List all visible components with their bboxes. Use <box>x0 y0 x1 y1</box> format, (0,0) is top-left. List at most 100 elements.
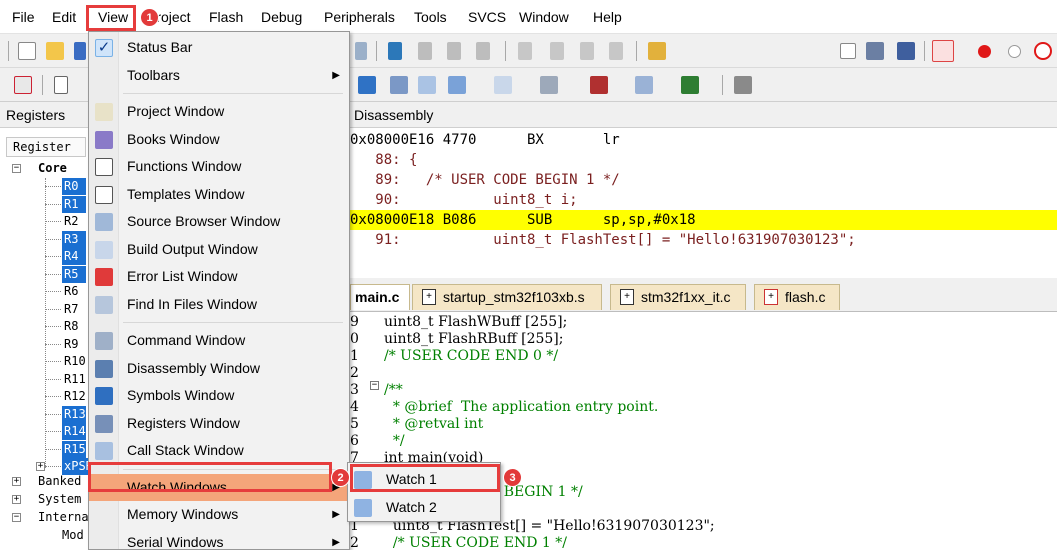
menu-item-watch-2[interactable]: Watch 2 <box>348 494 500 521</box>
tab-stm32f1xx-it-c[interactable]: + stm32f1xx_it.c <box>610 284 746 310</box>
bookmark-prev-icon[interactable] <box>418 42 432 60</box>
register-r4[interactable]: R4 <box>62 248 86 265</box>
banked-expand-icon[interactable]: + <box>12 477 21 486</box>
debug-settings-icon[interactable] <box>897 42 915 60</box>
menu-item-build-output-window[interactable]: Build Output Window <box>89 236 349 263</box>
bookmark-clear-icon[interactable] <box>476 42 490 60</box>
memory-window-icon[interactable] <box>494 76 512 94</box>
disassembly-line[interactable]: 88: { <box>350 150 1057 170</box>
tab-flash-c[interactable]: + flash.c <box>754 284 840 310</box>
menu-item-call-stack-window[interactable]: Call Stack Window <box>89 437 349 464</box>
open-folder-icon[interactable] <box>46 42 64 60</box>
menu-item-templates-window[interactable]: Templates Window <box>89 181 349 208</box>
register-r0[interactable]: R0 <box>62 178 86 195</box>
dropdown-icon[interactable] <box>840 43 856 59</box>
internal-collapse-icon[interactable]: − <box>12 513 21 522</box>
core-collapse-icon[interactable]: − <box>12 164 21 173</box>
register-r3[interactable]: R3 <box>62 230 86 248</box>
watch-window-icon[interactable] <box>448 76 466 94</box>
code-line[interactable]: 3 /** <box>350 382 403 398</box>
register-column-header[interactable]: Register <box>6 137 86 157</box>
code-line[interactable]: 2 /* USER CODE END 1 */ <box>350 535 567 550</box>
indent-icon[interactable] <box>518 42 532 60</box>
code-line[interactable]: 1 /* USER CODE END 0 */ <box>350 348 558 364</box>
incremental-find-icon[interactable] <box>866 42 884 60</box>
register-r8[interactable]: R8 <box>62 318 86 335</box>
symbols-window-icon[interactable] <box>358 76 376 94</box>
menu-item-registers-window[interactable]: Registers Window <box>89 410 349 437</box>
menu-item-project-window[interactable]: Project Window <box>89 98 349 125</box>
menu-item-toolbars[interactable]: Toolbars ▶ <box>89 62 349 89</box>
run-icon[interactable] <box>54 76 68 94</box>
menu-item-command-window[interactable]: Command Window <box>89 327 349 354</box>
menu-item-error-list-window[interactable]: Error List Window <box>89 263 349 290</box>
register-r14[interactable]: R14 <box>62 423 86 440</box>
menu-item-status-bar[interactable]: ✓ Status Bar <box>89 34 349 61</box>
registers-window-icon[interactable] <box>390 76 408 94</box>
find-in-files-icon[interactable] <box>648 42 666 60</box>
disassembly-line[interactable]: 0x08000E16 4770 BX lr <box>350 130 1057 150</box>
menu-item-books-window[interactable]: Books Window <box>89 126 349 153</box>
register-r7[interactable]: R7 <box>62 301 86 318</box>
trace-window-icon[interactable] <box>635 76 653 94</box>
register-r2[interactable]: R2 <box>62 213 86 230</box>
register-r6[interactable]: R6 <box>62 283 86 300</box>
menu-peripherals[interactable]: Peripherals <box>322 8 397 26</box>
new-file-icon[interactable] <box>18 42 36 60</box>
insert-breakpoint-icon[interactable] <box>978 45 991 58</box>
reset-icon[interactable] <box>14 76 32 94</box>
disassembly-line[interactable]: 91: uint8_t FlashTest[] = "Hello!6319070… <box>350 230 1057 250</box>
disassembly-line[interactable]: 0x08000E18 B086 SUB sp,sp,#0x18 <box>350 210 1057 230</box>
register-r10[interactable]: R10 <box>62 353 86 370</box>
tab-startup-stm32f103xb-s[interactable]: + startup_stm32f103xb.s <box>412 284 602 310</box>
menu-debug[interactable]: Debug <box>259 8 304 26</box>
menu-item-find-in-files-window[interactable]: Find In Files Window <box>89 291 349 318</box>
disassembly-line[interactable]: 89: /* USER CODE BEGIN 1 */ <box>350 170 1057 190</box>
save-icon[interactable] <box>74 42 86 60</box>
register-r13[interactable]: R13 <box>62 405 86 423</box>
register-r1[interactable]: R1 <box>62 195 86 213</box>
menu-item-memory-windows[interactable]: Memory Windows ▶ <box>89 501 349 528</box>
comment-icon[interactable] <box>580 42 594 60</box>
bookmark-icon[interactable] <box>388 42 402 60</box>
menu-item-functions-window[interactable]: Functions Window <box>89 153 349 180</box>
bookmark-next-icon[interactable] <box>447 42 461 60</box>
code-line[interactable]: 2 <box>350 365 384 381</box>
system-expand-icon[interactable]: + <box>12 495 21 504</box>
analysis-window-icon[interactable] <box>590 76 608 94</box>
menu-item-serial-windows[interactable]: Serial Windows ▶ <box>89 529 349 550</box>
serial-window-icon[interactable] <box>540 76 558 94</box>
menu-svcs[interactable]: SVCS <box>466 8 508 26</box>
register-r11[interactable]: R11 <box>62 371 86 388</box>
code-line[interactable]: 0 uint8_t FlashRBuff [255]; <box>350 331 563 347</box>
menu-window[interactable]: Window <box>517 8 571 26</box>
toolbox-icon[interactable] <box>734 76 752 94</box>
register-r9[interactable]: R9 <box>62 336 86 353</box>
nav-forward-icon[interactable] <box>355 42 367 60</box>
register-r5[interactable]: R5 <box>62 265 86 283</box>
code-line[interactable]: 9 uint8_t FlashWBuff [255]; <box>350 314 567 330</box>
menu-item-disassembly-window[interactable]: Disassembly Window <box>89 355 349 382</box>
kill-breakpoints-icon[interactable] <box>1034 42 1052 60</box>
menu-item-symbols-window[interactable]: Symbols Window <box>89 382 349 409</box>
code-line[interactable]: 5 * @retval int <box>350 416 483 432</box>
disassembly-line[interactable]: 90: uint8_t i; <box>350 190 1057 210</box>
menu-edit[interactable]: Edit <box>50 8 78 26</box>
uncomment-icon[interactable] <box>609 42 623 60</box>
system-viewer-icon[interactable] <box>681 76 699 94</box>
start-debug-icon[interactable] <box>932 40 954 62</box>
xpsr-expand-icon[interactable]: + <box>36 462 45 471</box>
unindent-icon[interactable] <box>550 42 564 60</box>
tab-main-c[interactable]: main.c <box>350 284 410 310</box>
register-r12[interactable]: R12 <box>62 388 86 405</box>
register-r15[interactable]: R15 <box>62 440 86 458</box>
menu-flash[interactable]: Flash <box>207 8 245 26</box>
call-stack-window-icon[interactable] <box>418 76 436 94</box>
code-line[interactable]: 4 * @brief The application entry point. <box>350 399 658 415</box>
enable-breakpoint-icon[interactable] <box>1008 45 1021 58</box>
menu-item-source-browser-window[interactable]: Source Browser Window <box>89 208 349 235</box>
code-line[interactable]: 6 */ <box>350 433 405 449</box>
menu-file[interactable]: File <box>10 8 37 26</box>
menu-help[interactable]: Help <box>591 8 624 26</box>
menu-tools[interactable]: Tools <box>412 8 449 26</box>
